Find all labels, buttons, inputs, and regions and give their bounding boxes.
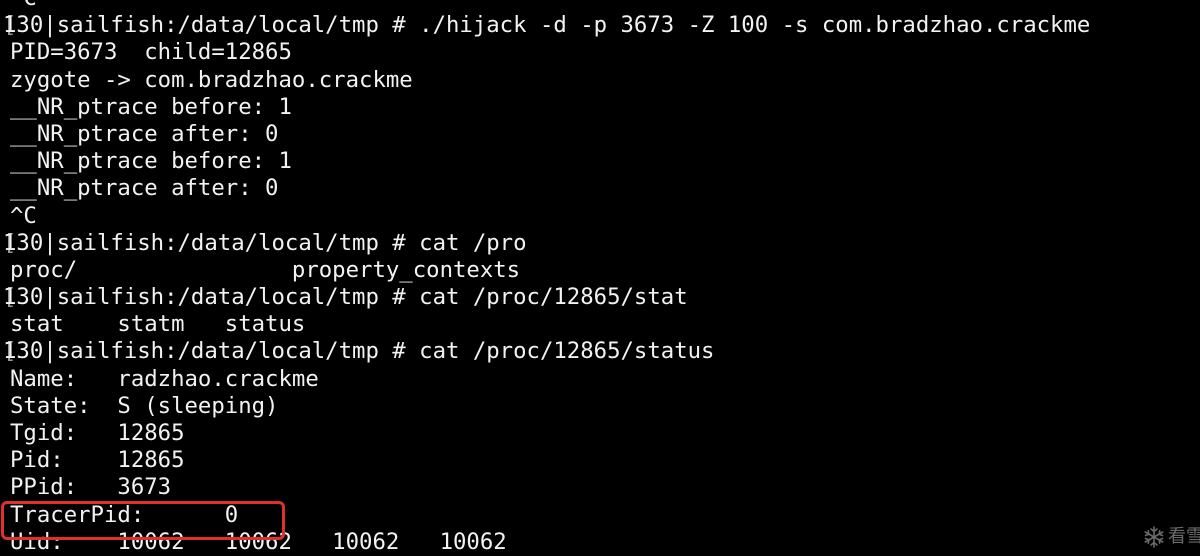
terminal-line-text: stat statm status	[10, 311, 306, 338]
terminal-window[interactable]: ^C[130|sailfish:/data/local/tmp # ./hija…	[0, 0, 1200, 556]
terminal-line-text: 130|sailfish:/data/local/tmp # cat /proc…	[3, 338, 715, 365]
terminal-line: [130|sailfish:/data/local/tmp # cat /pro	[3, 229, 527, 256]
terminal-line-text: __NR_ptrace before: 1	[10, 148, 292, 175]
terminal-line-text: PID=3673 child=12865	[10, 39, 292, 66]
terminal-line: proc/ property_contexts	[10, 257, 1090, 284]
terminal-line-text: ^C	[10, 202, 37, 229]
watermark-text: 看雪	[1168, 526, 1200, 547]
terminal-line: [130|sailfish:/data/local/tmp # cat /pro…	[3, 284, 688, 311]
terminal-line-text: ^C	[10, 0, 37, 11]
terminal-line: __NR_ptrace after: 0	[10, 175, 1090, 202]
watermark: 看雪	[1143, 525, 1200, 549]
terminal-line-text: Pid: 12865	[10, 447, 185, 474]
terminal-line: PID=3673 child=12865	[10, 39, 1090, 66]
terminal-line: ^C	[10, 0, 1090, 12]
terminal-line-text: __NR_ptrace before: 1	[10, 93, 292, 120]
terminal-line-text: Tgid: 12865	[10, 420, 185, 446]
terminal-line-text: __NR_ptrace after: 0	[10, 120, 279, 147]
snowflake-icon	[1143, 526, 1165, 548]
terminal-line: PPid: 3673	[10, 474, 1090, 501]
terminal-line-text: 130|sailfish:/data/local/tmp # ./hijack …	[3, 12, 1091, 39]
terminal-line-text: __NR_ptrace after: 0	[10, 175, 279, 202]
terminal-line: stat statm status	[10, 311, 1090, 338]
terminal-line: __NR_ptrace before: 1	[10, 94, 1090, 121]
terminal-line: State: S (sleeping)	[10, 393, 1090, 420]
terminal-line: Tgid: 12865	[10, 420, 1090, 447]
terminal-line: zygote -> com.bradzhao.crackme	[10, 67, 1090, 94]
terminal-line: __NR_ptrace before: 1	[10, 148, 1090, 175]
terminal-line: Name: radzhao.crackme	[10, 366, 1090, 393]
terminal-line: [130|sailfish:/data/local/tmp # cat /pro…	[3, 338, 715, 365]
terminal-line: [130|sailfish:/data/local/tmp # ./hijack…	[3, 12, 1091, 39]
terminal-line-text: zygote -> com.bradzhao.crackme	[10, 66, 413, 93]
terminal-line-text: 130|sailfish:/data/local/tmp # cat /proc…	[3, 284, 688, 311]
terminal-output: ^C[130|sailfish:/data/local/tmp # ./hija…	[3, 0, 1091, 556]
terminal-line: __NR_ptrace after: 0	[10, 121, 1090, 148]
terminal-line-text: State: S (sleeping)	[10, 392, 279, 419]
terminal-line: Pid: 12865	[10, 447, 1090, 474]
terminal-line-text: Name: radzhao.crackme	[10, 365, 319, 392]
terminal-line-text: proc/ property_contexts	[10, 256, 521, 283]
tracerpid-highlight-box	[1, 501, 285, 540]
terminal-line-text: PPid: 3673	[10, 474, 172, 501]
terminal-line-text: 130|sailfish:/data/local/tmp # cat /pro	[3, 229, 527, 256]
terminal-line: ^C	[10, 203, 1090, 230]
